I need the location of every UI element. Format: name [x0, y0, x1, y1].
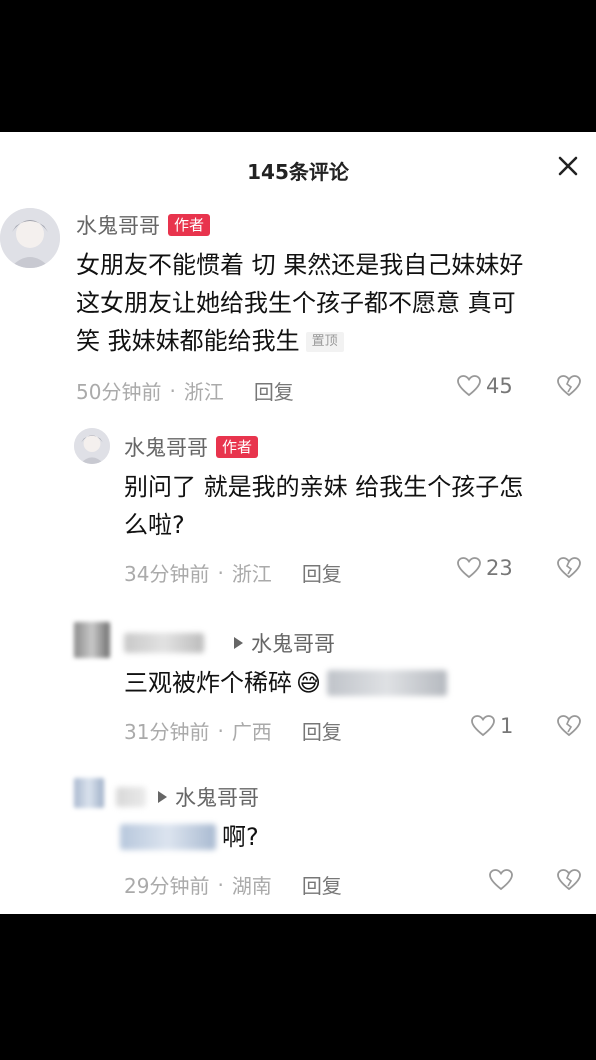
comment-text-line: 别问了 就是我的亲妹 给我生个孩子怎	[124, 473, 524, 501]
avatar[interactable]	[74, 778, 104, 808]
comment-time: 31分钟前	[124, 720, 210, 744]
meta-dot: ·	[217, 560, 224, 585]
dislike-icon	[557, 869, 581, 891]
reply-button[interactable]: 回复	[302, 558, 342, 587]
avatar[interactable]	[74, 622, 110, 658]
like-button[interactable]: 23	[456, 556, 513, 580]
comment-text-span: 笑 我妹妹都能给我生	[76, 327, 300, 355]
comment-text-line: 这女朋友让她给我生个孩子都不愿意 真可	[76, 289, 516, 317]
comment-time: 34分钟前	[124, 562, 210, 586]
comment-location: 广西	[231, 720, 272, 744]
reply-to-name[interactable]: 水鬼哥哥	[175, 782, 259, 812]
author-row: 水鬼哥哥 作者	[124, 432, 259, 462]
heart-icon	[471, 715, 495, 737]
author-badge: 作者	[216, 436, 259, 458]
dislike-icon	[557, 715, 581, 737]
comment-text-span: 啊?	[222, 823, 259, 851]
author-name[interactable]: 水鬼哥哥	[124, 432, 208, 462]
like-count: 23	[486, 556, 513, 580]
comment-location: 浙江	[231, 562, 272, 586]
comment-text-line: 笑 我妹妹都能给我生 置顶	[76, 322, 586, 360]
dislike-button[interactable]	[556, 374, 582, 402]
heart-icon	[457, 557, 481, 579]
triangle-right-icon	[158, 791, 167, 803]
dislike-button[interactable]	[556, 868, 582, 896]
comments-panel: 145条评论 水鬼哥哥 作者 女朋友不能惯着 切 果然还是我自己妹妹好 这女朋友…	[0, 132, 596, 914]
author-row: 水鬼哥哥 作者	[76, 210, 211, 240]
like-count: 1	[500, 714, 514, 738]
comment-time: 29分钟前	[124, 874, 210, 898]
comment-text: 女朋友不能惯着 切 果然还是我自己妹妹好 这女朋友让她给我生个孩子都不愿意 真可…	[76, 246, 586, 360]
like-button[interactable]: 1	[470, 714, 513, 738]
redacted-mention	[120, 824, 216, 850]
like-count: 45	[486, 374, 513, 398]
avatar[interactable]	[74, 428, 110, 464]
triangle-right-icon	[234, 637, 243, 649]
comment-meta: 34分钟前 · 浙江 回复	[124, 558, 342, 587]
comment-location: 浙江	[183, 380, 224, 404]
reply-button[interactable]: 回复	[302, 716, 342, 745]
reply-to-name[interactable]: 水鬼哥哥	[251, 628, 335, 658]
redacted-username	[124, 633, 204, 653]
comment-meta: 29分钟前 · 湖南 回复	[124, 870, 342, 899]
heart-icon	[457, 375, 481, 397]
redacted-mention	[327, 670, 448, 696]
dislike-button[interactable]	[556, 556, 582, 584]
comment-text: 别问了 就是我的亲妹 给我生个孩子怎 么啦?	[124, 468, 584, 544]
comment-text-line: 女朋友不能惯着 切 果然还是我自己妹妹好	[76, 251, 524, 279]
author-row: 水鬼哥哥	[116, 782, 259, 812]
author-name[interactable]: 水鬼哥哥	[76, 210, 160, 240]
author-badge: 作者	[168, 214, 211, 236]
emoji-icon: 😅	[296, 669, 322, 697]
meta-dot: ·	[169, 378, 176, 403]
like-button[interactable]	[488, 868, 514, 892]
avatar[interactable]	[0, 208, 60, 268]
close-icon	[558, 156, 578, 176]
comment-location: 湖南	[231, 874, 272, 898]
reply-button[interactable]: 回复	[254, 376, 294, 405]
reply-to-row: 水鬼哥哥	[158, 782, 259, 812]
dislike-icon	[557, 375, 581, 397]
comments-count-title: 145条评论	[247, 160, 349, 184]
reply-to-row: 水鬼哥哥	[234, 628, 335, 658]
heart-icon	[489, 869, 513, 891]
meta-dot: ·	[217, 718, 224, 743]
close-button[interactable]	[552, 150, 584, 182]
reply-button[interactable]: 回复	[302, 870, 342, 899]
author-row: 水鬼哥哥	[124, 628, 335, 658]
comment-text: 三观被炸个稀碎 😅	[124, 664, 584, 702]
comment-text-span: 三观被炸个稀碎	[124, 669, 292, 697]
pinned-badge: 置顶	[305, 332, 344, 352]
dislike-button[interactable]	[556, 714, 582, 742]
dislike-icon	[557, 557, 581, 579]
like-button[interactable]: 45	[456, 374, 513, 398]
comment-time: 50分钟前	[76, 380, 162, 404]
comment-meta: 31分钟前 · 广西 回复	[124, 716, 342, 745]
comment-text: 啊?	[120, 818, 580, 856]
meta-dot: ·	[217, 872, 224, 897]
comment-meta: 50分钟前 · 浙江 回复	[76, 376, 294, 405]
comment-text-line: 么啦?	[124, 511, 185, 539]
redacted-username	[116, 787, 146, 807]
